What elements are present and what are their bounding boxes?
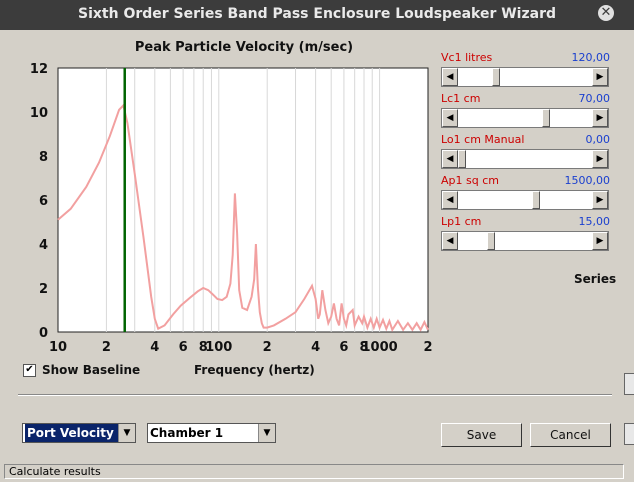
chart-title: Peak Particle Velocity (m/sec) <box>135 40 353 55</box>
x-tick-label: 10 <box>49 340 67 355</box>
slider-thumb[interactable] <box>486 232 495 250</box>
velocity-select[interactable]: Port Velocity 2 ▼ <box>22 423 136 443</box>
show-baseline-label: Show Baseline <box>42 363 141 377</box>
left-arrow-icon[interactable]: ◀ <box>442 232 458 250</box>
control-label: Ap1 sq cm <box>441 174 499 187</box>
x-tick-label: 2 <box>423 340 432 355</box>
x-tick-label: 6 <box>339 340 348 355</box>
slider-thumb[interactable] <box>542 109 551 127</box>
chevron-down-icon[interactable]: ▼ <box>258 424 275 442</box>
wizard-dialog: Peak Particle Velocity (m/sec) 0 2 4 6 8 10 12… <box>0 30 624 462</box>
window-title: Sixth Order Series Band Pass Enclosure L… <box>78 6 556 22</box>
background-control <box>624 423 634 445</box>
control-slider[interactable]: ◀ ▶ <box>441 231 609 251</box>
control-value: 0,00 <box>585 133 611 146</box>
control-label: Lc1 cm <box>441 92 481 105</box>
x-tick-label: 4 <box>311 340 320 355</box>
control-value: 120,00 <box>571 51 611 64</box>
cancel-button[interactable]: Cancel <box>530 423 611 447</box>
background-window-edge <box>624 30 634 462</box>
y-tick-label: 0 <box>39 326 48 341</box>
y-tick-label: 4 <box>39 238 48 253</box>
show-baseline-checkbox[interactable]: ✔ <box>23 364 36 377</box>
chamber-select-value: Chamber 1 <box>150 426 224 440</box>
x-axis-ticks: 10 2 4 6 8100 2 4 6 81000 2 <box>49 340 433 355</box>
separator <box>18 394 612 396</box>
y-axis-ticks: 0 2 4 6 8 10 12 <box>30 62 48 341</box>
x-tick-label: 2 <box>102 340 111 355</box>
control-slider[interactable]: ◀ ▶ <box>441 108 609 128</box>
velocity-chart: Peak Particle Velocity (m/sec) 0 2 4 6 8 10 12… <box>30 40 433 355</box>
y-tick-label: 8 <box>39 150 48 165</box>
right-arrow-icon[interactable]: ▶ <box>592 191 608 209</box>
y-tick-label: 10 <box>30 106 48 121</box>
slider-thumb[interactable] <box>492 68 501 86</box>
x-tick-label: 100 <box>205 340 232 355</box>
right-arrow-icon[interactable]: ▶ <box>592 68 608 86</box>
x-tick-label: 2 <box>263 340 272 355</box>
x-axis-title: Frequency (hertz) <box>194 363 315 377</box>
control-value: 1500,00 <box>564 174 611 187</box>
save-button[interactable]: Save <box>441 423 522 447</box>
slider-thumb[interactable] <box>458 150 466 168</box>
left-arrow-icon[interactable]: ◀ <box>442 191 458 209</box>
left-arrow-icon[interactable]: ◀ <box>442 109 458 127</box>
y-tick-label: 6 <box>39 194 48 209</box>
left-arrow-icon[interactable]: ◀ <box>442 68 458 86</box>
right-arrow-icon[interactable]: ▶ <box>592 232 608 250</box>
slider-thumb[interactable] <box>532 191 541 209</box>
y-tick-label: 2 <box>39 282 48 297</box>
x-tick-label: 4 <box>150 340 159 355</box>
control-slider[interactable]: ◀ ▶ <box>441 149 609 169</box>
series-label: Series <box>574 272 617 286</box>
control-label: Lp1 cm <box>441 215 482 228</box>
status-text: Calculate results <box>4 464 624 479</box>
close-icon[interactable]: ✕ <box>598 5 614 21</box>
velocity-select-value: Port Velocity 2 <box>25 424 129 442</box>
control-label: Vc1 litres <box>441 51 493 64</box>
control-value: 70,00 <box>578 92 611 105</box>
x-tick-label: 6 <box>179 340 188 355</box>
chevron-down-icon[interactable]: ▼ <box>118 424 135 442</box>
control-slider[interactable]: ◀ ▶ <box>441 190 609 210</box>
right-arrow-icon[interactable]: ▶ <box>592 109 608 127</box>
background-control <box>624 373 634 395</box>
control-label: Lo1 cm Manual <box>441 133 525 146</box>
status-bar: Calculate results <box>0 462 634 482</box>
title-bar: Sixth Order Series Band Pass Enclosure L… <box>0 0 634 30</box>
left-arrow-icon[interactable]: ◀ <box>442 150 458 168</box>
x-tick-label: 1000 <box>362 340 398 355</box>
right-arrow-icon[interactable]: ▶ <box>592 150 608 168</box>
chamber-select[interactable]: Chamber 1 ▼ <box>147 423 276 443</box>
control-value: 15,00 <box>578 215 611 228</box>
y-tick-label: 12 <box>30 62 48 77</box>
control-slider[interactable]: ◀ ▶ <box>441 67 609 87</box>
